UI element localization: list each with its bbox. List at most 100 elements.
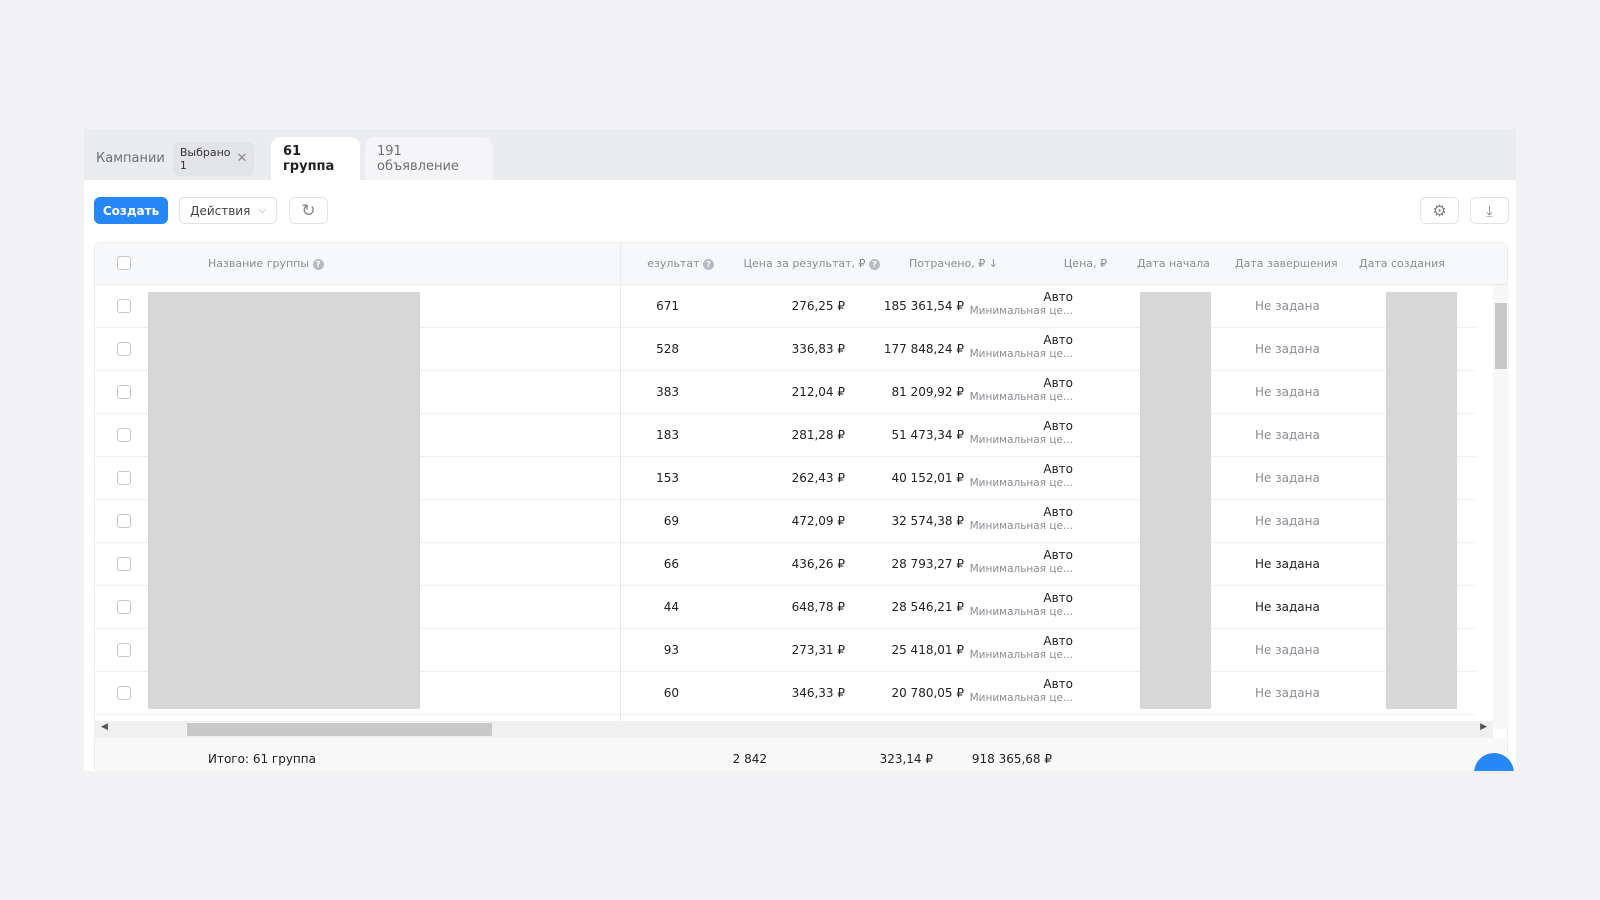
horizontal-scrollbar[interactable]: ◀ ▶ [95, 721, 1493, 738]
end-date-cell: Не задана [1255, 686, 1320, 700]
result-cell: 528 [656, 342, 679, 356]
help-icon[interactable]: ? [312, 258, 324, 270]
col-result[interactable]: Результат ? [640, 257, 714, 270]
horizontal-scroll-thumb[interactable] [187, 723, 492, 736]
result-cell: 671 [656, 299, 679, 313]
price-subtitle: Минимальная це... [969, 305, 1073, 317]
redacted-names [148, 292, 420, 709]
help-icon[interactable]: ? [869, 258, 880, 270]
price-cell: Авто Минимальная це... [970, 333, 1073, 361]
table-header: Название группы ? Результат ? Цена за ре… [95, 243, 1507, 285]
frozen-divider [620, 243, 621, 729]
row-checkbox[interactable] [117, 686, 131, 700]
col-result-label: Результат [640, 257, 700, 270]
result-cell: 383 [656, 385, 679, 399]
spent-cell: 20 780,05 ₽ [891, 686, 964, 700]
tab-ads[interactable]: 191 объявление [365, 137, 493, 180]
totals-label: Итого: 61 группа [208, 752, 316, 766]
price-cell: Авто Минимальная це... [970, 462, 1073, 490]
row-checkbox[interactable] [117, 428, 131, 442]
tab-bar: Кампании Выбрано 1 ✕ 61 группа 191 объявл… [84, 129, 1516, 180]
price-value: Авто [1043, 548, 1073, 562]
price-value: Авто [1043, 419, 1073, 433]
price-cell: Авто Минимальная це... [970, 419, 1073, 447]
refresh-icon: ↻ [301, 200, 316, 221]
spent-cell: 51 473,34 ₽ [891, 428, 964, 442]
result-cell: 69 [663, 514, 679, 528]
end-date-cell: Не задана [1255, 385, 1320, 399]
col-name[interactable]: Название группы ? [208, 257, 324, 270]
end-date-cell: Не задана [1255, 428, 1320, 442]
end-date-cell: Не задана [1255, 600, 1320, 614]
vertical-scroll-thumb[interactable] [1495, 303, 1507, 369]
row-checkbox[interactable] [117, 643, 131, 657]
spent-cell: 28 546,21 ₽ [891, 600, 964, 614]
price-cell: Авто Минимальная це... [970, 548, 1073, 576]
result-cell: 153 [656, 471, 679, 485]
vertical-scrollbar[interactable] [1493, 285, 1509, 729]
chevron-down-icon: ⌵ [258, 205, 266, 216]
row-checkbox[interactable] [117, 342, 131, 356]
cost-per-result-cell: 472,09 ₽ [791, 514, 845, 528]
tab-ads-label: 191 объявление [377, 143, 459, 174]
col-cpr-label: Цена за результат, ₽ [743, 257, 866, 270]
end-date-cell: Не задана [1255, 643, 1320, 657]
actions-dropdown[interactable]: Действия ⌵ [179, 197, 277, 224]
price-subtitle: Минимальная це... [969, 692, 1073, 704]
select-all-checkbox[interactable] [117, 256, 131, 270]
price-subtitle: Минимальная це... [969, 477, 1073, 489]
price-value: Авто [1043, 333, 1073, 347]
row-checkbox[interactable] [117, 557, 131, 571]
actions-label: Действия [190, 203, 251, 218]
totals-result: 2 842 [732, 752, 767, 766]
gear-icon: ⚙ [1432, 201, 1447, 220]
price-subtitle: Минимальная це... [969, 520, 1073, 532]
scroll-right-icon[interactable]: ▶ [1480, 722, 1487, 732]
result-cell: 93 [663, 643, 679, 657]
col-spent[interactable]: Потрачено, ₽ ↓ [909, 257, 998, 270]
spent-cell: 40 152,01 ₽ [891, 471, 964, 485]
selected-chip: Выбрано 1 ✕ [172, 141, 255, 176]
result-cell: 183 [656, 428, 679, 442]
result-cell: 60 [663, 686, 679, 700]
totals-spent: 918 365,68 ₽ [971, 752, 1052, 766]
price-cell: Авто Минимальная це... [970, 677, 1073, 705]
create-button[interactable]: Создать [94, 197, 168, 224]
col-cost-per-result[interactable]: Цена за результат, ₽ ? [743, 257, 880, 270]
price-cell: Авто Минимальная це... [970, 591, 1073, 619]
scroll-left-icon[interactable]: ◀ [101, 722, 108, 732]
row-checkbox[interactable] [117, 299, 131, 313]
price-value: Авто [1043, 376, 1073, 390]
cost-per-result-cell: 212,04 ₽ [791, 385, 845, 399]
cost-per-result-cell: 648,78 ₽ [791, 600, 845, 614]
download-button[interactable]: ⤓ [1470, 197, 1509, 224]
groups-table: Название группы ? Результат ? Цена за ре… [94, 242, 1509, 771]
row-checkbox[interactable] [117, 514, 131, 528]
tab-groups[interactable]: 61 группа [271, 137, 360, 180]
cost-per-result-cell: 276,25 ₽ [791, 299, 845, 313]
row-checkbox[interactable] [117, 471, 131, 485]
settings-button[interactable]: ⚙ [1420, 197, 1459, 224]
price-value: Авто [1043, 634, 1073, 648]
help-icon[interactable]: ? [703, 258, 714, 270]
col-created-date[interactable]: Дата создания [1359, 257, 1445, 270]
price-subtitle: Минимальная це... [969, 649, 1073, 661]
row-checkbox[interactable] [117, 600, 131, 614]
end-date-cell: Не задана [1255, 471, 1320, 485]
tab-campaigns[interactable]: Кампании Выбрано 1 ✕ [84, 137, 260, 180]
price-value: Авто [1043, 505, 1073, 519]
price-subtitle: Минимальная це... [969, 434, 1073, 446]
price-subtitle: Минимальная це... [969, 563, 1073, 575]
totals-cpr: 323,14 ₽ [879, 752, 933, 766]
cost-per-result-cell: 436,26 ₽ [791, 557, 845, 571]
col-price[interactable]: Цена, ₽ [1064, 257, 1107, 270]
refresh-button[interactable]: ↻ [289, 197, 328, 224]
close-icon[interactable]: ✕ [237, 151, 248, 166]
row-checkbox[interactable] [117, 385, 131, 399]
end-date-cell: Не задана [1255, 557, 1320, 571]
cost-per-result-cell: 262,43 ₽ [791, 471, 845, 485]
col-start-date[interactable]: Дата начала [1137, 257, 1210, 270]
selected-chip-label: Выбрано 1 [179, 145, 231, 172]
col-end-date[interactable]: Дата завершения [1235, 257, 1338, 270]
col-name-label: Название группы [208, 257, 310, 270]
